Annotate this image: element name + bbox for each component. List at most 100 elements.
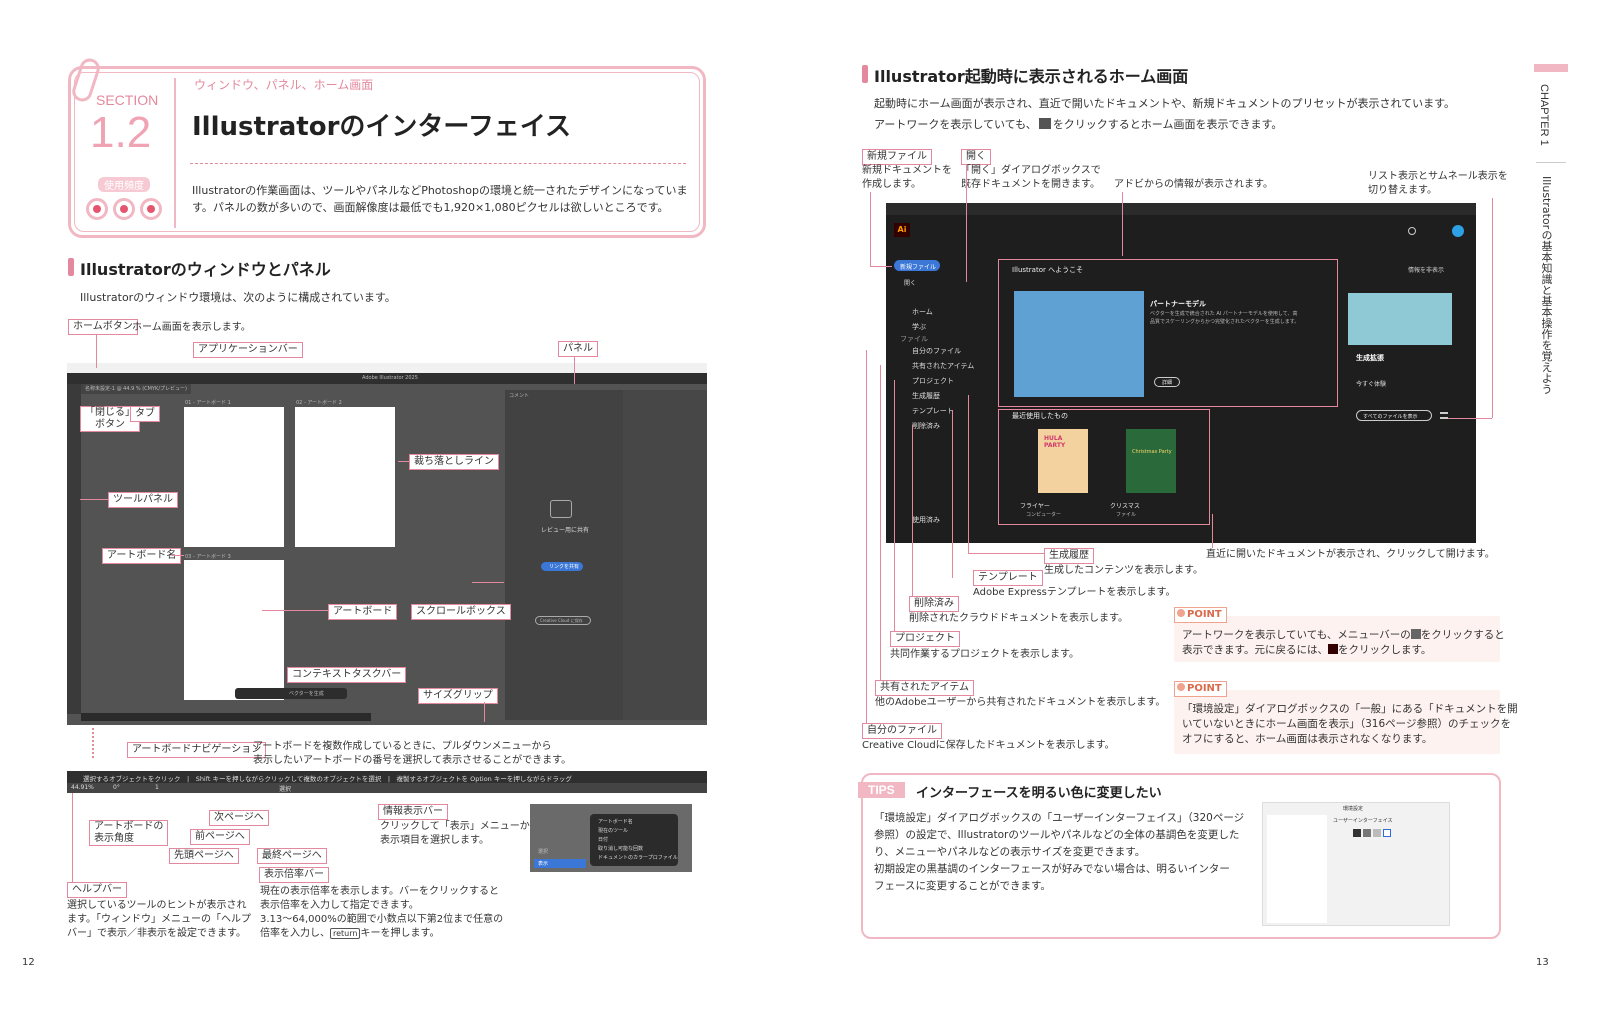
left-lead: Illustratorのウィンドウ環境は、次のように構成されています。	[80, 291, 396, 304]
right-lead: アートワークを表示していても、 をクリックするとホーム画面を表示できます。	[874, 118, 1282, 132]
artboard-name-label: アートボード名	[102, 548, 182, 564]
theme-swatch-white[interactable]	[1383, 829, 1391, 837]
hide-info-button[interactable]: 情報を非表示	[1408, 265, 1444, 274]
prefs-screenshot: 環境設定 ユーザーインターフェイス	[1262, 802, 1450, 926]
sidebar-item-learn[interactable]: 学ぶ	[912, 322, 926, 332]
list-view-icon[interactable]	[1440, 412, 1448, 419]
menu-item[interactable]: ドキュメントのカラープロファイル	[598, 854, 678, 861]
tool-panel	[67, 384, 81, 714]
leader-line	[966, 164, 967, 282]
home-button-label: ホームボタン	[68, 319, 138, 335]
point-text-part: アートワークを表示していても、メニューバーの	[1182, 629, 1411, 641]
right-heading: Illustrator起動時に表示されるホーム画面	[874, 67, 1189, 86]
new-file-button[interactable]: 新規ファイル	[894, 260, 940, 271]
leader-line	[968, 395, 969, 553]
rotation-line: 表示角度	[94, 833, 134, 844]
cc-save-button[interactable]: Creative Cloud に保存	[535, 616, 591, 625]
project-desc: 共同作業するプロジェクトを表示します。	[890, 649, 1079, 660]
next-page-label: 次ページへ	[209, 810, 269, 826]
artboard-number-field[interactable]: 1	[155, 784, 159, 791]
bleed-label: 裁ち落としライン	[409, 454, 499, 470]
properties-panel	[623, 390, 707, 720]
info-bar-desc: クリックして「表示」メニューから	[380, 821, 540, 832]
ai-logo-icon[interactable]: Ai	[894, 223, 910, 237]
angle-field[interactable]: 0°	[113, 784, 120, 791]
info-field[interactable]: 選択	[279, 784, 291, 793]
chapter-tab	[1534, 64, 1568, 72]
prefs-title: 環境設定	[1343, 806, 1364, 812]
section-intro-line: す。パネルの数が多いので、画面解像度は最低でも1,920×1,080ピクセルは欲…	[192, 201, 669, 214]
theme-swatch-dark[interactable]	[1353, 829, 1361, 837]
sidebar-item-home[interactable]: ホーム	[912, 307, 933, 317]
left-heading: Illustratorのウィンドウとパネル	[80, 260, 331, 279]
new-file-label: 新規ファイル	[862, 149, 932, 165]
zoom-bar-label: 表示倍率バー	[259, 867, 329, 883]
leader-line	[912, 425, 913, 596]
theme-swatch-mid[interactable]	[1363, 829, 1371, 837]
menu-view-item[interactable]: 表示	[534, 859, 586, 868]
point2-text: いていないときにホーム画面を表示」（316ページ参照）のチェックを	[1182, 718, 1511, 730]
project-label: プロジェクト	[890, 631, 960, 647]
sidebar-file-heading: ファイル	[900, 335, 928, 343]
point2-text: オフにすると、ホーム画面は表示されなくなります。	[1182, 733, 1433, 745]
all-files-label: すべてのファイルを表示	[1363, 414, 1418, 420]
context-taskbar[interactable]: ベクターを生成	[235, 688, 347, 699]
sidebar-item-templates[interactable]: テンプレート	[912, 406, 954, 416]
zoom-desc-part: 倍率を入力し、	[260, 928, 330, 939]
frequency-dot-icon	[86, 198, 108, 220]
menu-item[interactable]: 取り消し可能な回数	[598, 845, 643, 852]
menu-item[interactable]: アートボード名	[598, 818, 633, 825]
leader-line	[472, 582, 504, 583]
chapter-label: CHAPTER 1	[1538, 84, 1550, 146]
template-desc: Adobe Expressテンプレートを表示します。	[973, 587, 1176, 598]
menu-hint: 選択	[538, 849, 549, 855]
my-files-desc: Creative Cloudに保存したドキュメントを表示します。	[862, 740, 1115, 751]
scroll-box-label: スクロールボックス	[411, 604, 511, 620]
artboard-nav-desc: アートボードを複数作成しているときに、プルダウンメニューから	[253, 741, 552, 752]
new-file-btn-label: 新規ファイル	[900, 264, 937, 271]
menu-item[interactable]: 現在のツール	[598, 827, 628, 834]
point-text-part: をクリックすると	[1420, 629, 1505, 641]
leader-line	[96, 334, 97, 368]
home-screen: Ai 新規ファイル 開く ホーム 学ぶ ファイル 自分のファイル 共有されたアイ…	[886, 203, 1476, 543]
doc-tab[interactable]: 名称未設定-1 @ 44.9 % (CMYK/プレビュー)	[81, 384, 191, 394]
try-now-link[interactable]: 今すぐ体験	[1356, 379, 1386, 388]
leader-line	[1492, 198, 1493, 418]
first-page-label: 先頭ページへ	[169, 848, 239, 864]
gen-history-label: 生成履歴	[1044, 548, 1094, 564]
help-desc: バー」で表示／非表示を設定できます。	[67, 928, 246, 939]
sidebar-item-my-files[interactable]: 自分のファイル	[912, 346, 961, 356]
gen-expand-image	[1348, 293, 1452, 345]
all-files-button[interactable]: すべてのファイルを表示	[1356, 410, 1432, 421]
rotation-label: アートボードの 表示角度	[89, 820, 169, 846]
share-icon	[550, 500, 572, 518]
deleted-desc: 削除されたクラウドドキュメントを表示します。	[909, 613, 1128, 624]
sidebar-item-shared[interactable]: 共有されたアイテム	[912, 361, 974, 371]
search-icon[interactable]	[1408, 227, 1416, 235]
sidebar-item-projects[interactable]: プロジェクト	[912, 376, 954, 386]
leader-line	[574, 356, 575, 384]
point-icon	[1177, 609, 1185, 617]
sidebar-item-deleted[interactable]: 削除済み	[912, 421, 940, 431]
share-link-button[interactable]: リンクを共有	[541, 562, 583, 571]
chapter-divider	[1536, 162, 1566, 163]
zoom-field[interactable]: 44.91%	[71, 784, 94, 791]
leader-line	[172, 555, 184, 556]
point-tag-text: POINT	[1187, 683, 1222, 694]
avatar[interactable]	[1452, 225, 1464, 237]
tips-tag: TIPS	[858, 782, 905, 798]
return-key-icon: return	[330, 928, 361, 939]
home-icon	[1410, 629, 1421, 639]
size-grip-label: サイズグリップ	[418, 688, 498, 704]
home-button-desc: ホーム画面を表示します。	[132, 322, 251, 333]
new-file-desc: 新規ドキュメントを	[862, 165, 952, 176]
tips-title: インターフェースを明るい色に変更したい	[916, 786, 1162, 801]
point-tag-2: POINT	[1174, 681, 1227, 697]
frequency-dot-icon	[140, 198, 162, 220]
theme-swatch-light[interactable]	[1373, 829, 1381, 837]
section-divider	[174, 78, 176, 228]
open-button[interactable]: 開く	[894, 276, 940, 287]
artboard-3	[184, 560, 284, 700]
menu-item[interactable]: 日付	[598, 836, 608, 843]
sidebar-item-gen-history[interactable]: 生成履歴	[912, 391, 940, 401]
